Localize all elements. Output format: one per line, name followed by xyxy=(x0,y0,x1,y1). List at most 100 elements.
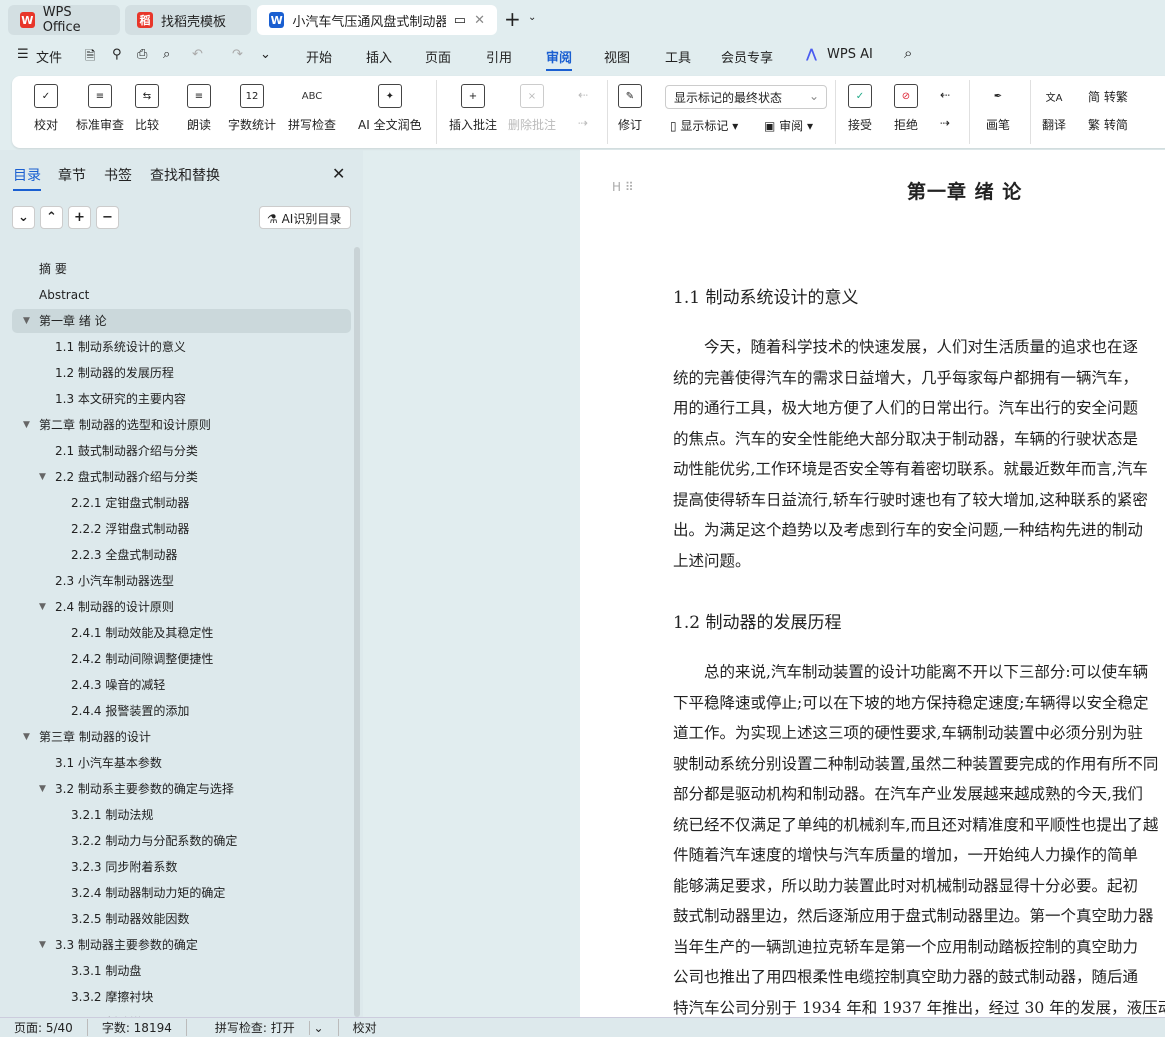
save-icon[interactable]: 🗎 xyxy=(85,47,95,69)
menu-insert[interactable]: 插入 xyxy=(366,47,392,66)
menu-page[interactable]: 页面 xyxy=(425,47,451,66)
close-pane-icon[interactable]: ✕ xyxy=(332,164,345,183)
to-simplified-button[interactable]: 繁 转简 xyxy=(1088,116,1128,133)
expand-arrow-icon[interactable]: ▼ xyxy=(23,309,30,333)
toc-item[interactable]: ▼ 第三章 制动器的设计 xyxy=(12,725,351,749)
delete-comment-button[interactable]: × 删除批注 xyxy=(508,84,556,133)
prev-change-icon[interactable]: ⇠ xyxy=(940,88,950,102)
toc-item[interactable]: 2.3 小汽车制动器选型 xyxy=(12,569,351,593)
toc-item[interactable]: 2.4.1 制动效能及其稳定性 xyxy=(12,621,351,645)
markup-display-select[interactable]: 显示标记的最终状态 ⌄ xyxy=(665,85,827,109)
word-count-button[interactable]: 12 字数统计 xyxy=(228,84,276,133)
expand-down-button[interactable]: ⌄ xyxy=(12,206,35,229)
add-level-button[interactable]: + xyxy=(68,206,91,229)
toc-item[interactable]: ▼ 第二章 制动器的选型和设计原则 xyxy=(12,413,351,437)
toc-item[interactable]: 3.2.5 制动器效能因数 xyxy=(12,907,351,931)
next-comment-icon[interactable]: ⇢ xyxy=(578,116,588,130)
new-tab-icon[interactable]: + xyxy=(504,7,521,31)
share-icon[interactable]: ⚲ xyxy=(112,47,122,62)
expand-arrow-icon[interactable]: ▼ xyxy=(39,777,46,801)
read-aloud-button[interactable]: ≡ 朗读 xyxy=(187,84,211,133)
ai-polish-button[interactable]: ✦ AI 全文润色 xyxy=(358,84,422,133)
toc-item[interactable]: 2.4.4 报警装置的添加 xyxy=(12,699,351,723)
search-icon[interactable]: ⌕ xyxy=(904,44,912,62)
collapse-up-button[interactable]: ⌃ xyxy=(40,206,63,229)
proofread-status[interactable]: 校对 xyxy=(339,1019,391,1036)
show-marks-button[interactable]: ▯ 显示标记 ▾ xyxy=(670,117,738,134)
toc-item[interactable]: 摘 要 xyxy=(12,257,351,281)
toc-item[interactable]: ▼ 第一章 绪 论 xyxy=(12,309,351,333)
tab-toc[interactable]: 目录 xyxy=(13,165,41,191)
expand-arrow-icon[interactable]: ▼ xyxy=(23,725,30,749)
toc-item[interactable]: 1.1 制动系统设计的意义 xyxy=(12,335,351,359)
toc-item[interactable]: 3.3.1 制动盘 xyxy=(12,959,351,983)
chevron-down-icon[interactable]: ⌄ xyxy=(528,12,536,23)
toc-item[interactable]: ▼ 2.4 制动器的设计原则 xyxy=(12,595,351,619)
page-indicator[interactable]: 页面: 5/40 xyxy=(0,1019,88,1036)
menu-references[interactable]: 引用 xyxy=(486,47,512,66)
toc-item[interactable]: 3.2.4 制动器制动力矩的确定 xyxy=(12,881,351,905)
reject-button[interactable]: ⊘ 拒绝 xyxy=(894,84,918,133)
toc-item[interactable]: 2.4.3 噪音的减轻 xyxy=(12,673,351,697)
proofread-button[interactable]: ✓ 校对 xyxy=(34,84,58,133)
undo-icon[interactable]: ↶ xyxy=(192,47,203,62)
toc-item[interactable]: 3.2.1 制动法规 xyxy=(12,803,351,827)
toc-item[interactable]: 3.2.3 同步附着系数 xyxy=(12,855,351,879)
toc-item[interactable]: 3.2.2 制动力与分配系数的确定 xyxy=(12,829,351,853)
expand-arrow-icon[interactable]: ▼ xyxy=(23,413,30,437)
toc-item[interactable]: ▼ 2.2 盘式制动器介绍与分类 xyxy=(12,465,351,489)
accept-button[interactable]: ✓ 接受 xyxy=(848,84,872,133)
toc-item[interactable]: ▼ 3.3 制动器主要参数的确定 xyxy=(12,933,351,957)
tab-bookmarks[interactable]: 书签 xyxy=(104,165,132,185)
toc-item[interactable]: 2.1 鼓式制动器介绍与分类 xyxy=(12,439,351,463)
toc-item[interactable]: ▼ 3.2 制动系主要参数的确定与选择 xyxy=(12,777,351,801)
monitor-icon[interactable]: ▭ xyxy=(454,13,466,28)
toc-item[interactable]: 2.2.3 全盘式制动器 xyxy=(12,543,351,567)
standard-review-button[interactable]: ≡ 标准审查 xyxy=(76,84,124,133)
print-preview-icon[interactable]: ⌕ xyxy=(163,47,170,62)
to-traditional-button[interactable]: 简 转繁 xyxy=(1088,88,1128,105)
toc-item[interactable]: 3.3.2 摩擦衬块 xyxy=(12,985,351,1009)
hamburger-icon[interactable]: ☰ xyxy=(17,47,29,62)
tab-find-replace[interactable]: 查找和替换 xyxy=(150,165,220,185)
spell-check-button[interactable]: ABC 拼写检查 xyxy=(288,84,336,133)
print-icon[interactable]: ⎙ xyxy=(137,47,147,62)
tab-wps-office[interactable]: W WPS Office xyxy=(8,5,120,35)
toc-item[interactable]: 1.2 制动器的发展历程 xyxy=(12,361,351,385)
pen-button[interactable]: ✒ 画笔 xyxy=(986,84,1010,133)
redo-icon[interactable]: ↷ xyxy=(232,47,243,62)
tab-chapters[interactable]: 章节 xyxy=(58,165,86,185)
prev-comment-icon[interactable]: ⇠ xyxy=(578,88,588,102)
spell-check-status[interactable]: 拼写检查: 打开 ⌄ xyxy=(187,1019,339,1036)
toc-item[interactable]: 2.2.1 定钳盘式制动器 xyxy=(12,491,351,515)
expand-arrow-icon[interactable]: ▼ xyxy=(39,595,46,619)
expand-arrow-icon[interactable]: ▼ xyxy=(39,465,46,489)
review-pane-button[interactable]: ▣ 审阅 ▾ xyxy=(764,117,813,134)
scrollbar[interactable] xyxy=(354,247,360,1017)
next-change-icon[interactable]: ⇢ xyxy=(940,116,950,130)
tab-docer[interactable]: 稻找稻壳模板 xyxy=(125,5,251,35)
translate-button[interactable]: 文A 翻译 xyxy=(1042,84,1066,133)
tab-document[interactable]: W 小汽车气压通风盘式制动器的 ▭ ✕ xyxy=(257,5,497,35)
menu-view[interactable]: 视图 xyxy=(604,47,630,66)
menu-wps-ai[interactable]: WPS AI xyxy=(827,47,873,62)
track-changes-button[interactable]: ✎ 修订 xyxy=(618,84,642,133)
word-count[interactable]: 字数: 18194 xyxy=(88,1019,187,1036)
menu-review[interactable]: 审阅 xyxy=(546,47,573,71)
toc-item[interactable]: 2.4.2 制动间隙调整便捷性 xyxy=(12,647,351,671)
menu-membership[interactable]: 会员专享 xyxy=(721,47,773,66)
expand-arrow-icon[interactable]: ▼ xyxy=(39,933,46,957)
close-tab-icon[interactable]: ✕ xyxy=(474,13,485,28)
heading-handle-icon[interactable]: H ⠿ xyxy=(612,180,634,194)
toc-item[interactable]: Abstract xyxy=(12,283,351,307)
remove-level-button[interactable]: − xyxy=(96,206,119,229)
menu-home[interactable]: 开始 xyxy=(306,47,332,66)
ai-toc-button[interactable]: ⚗ AI识别目录 xyxy=(259,206,351,229)
toc-item[interactable]: 2.2.2 浮钳盘式制动器 xyxy=(12,517,351,541)
more-chevron-icon[interactable]: ⌄ xyxy=(260,47,271,62)
toc-item[interactable]: 3.1 小汽车基本参数 xyxy=(12,751,351,775)
toc-item[interactable]: 1.3 本文研究的主要内容 xyxy=(12,387,351,411)
compare-button[interactable]: ⇆ 比较 xyxy=(135,84,159,133)
insert-comment-button[interactable]: + 插入批注 xyxy=(449,84,497,133)
menu-file[interactable]: 文件 xyxy=(36,47,62,66)
